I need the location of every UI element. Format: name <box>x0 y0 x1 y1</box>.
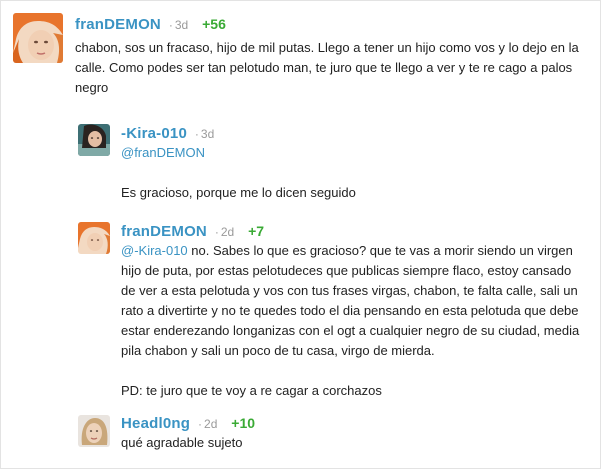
comment-text-2: PD: te juro que te voy a re cagar a corc… <box>121 383 382 398</box>
comment-author[interactable]: franDEMON <box>75 16 161 33</box>
comment-score: +7 <box>248 223 265 239</box>
comment-text: Es gracioso, porque me lo dicen seguido <box>121 185 356 200</box>
comment-time-value: 2d <box>204 417 218 431</box>
comments-panel: franDEMON · 3d +56 chabon, sos un fracaso… <box>0 0 601 469</box>
comment-body: @-Kira-010 no. Sabes lo que es gracioso?… <box>121 241 583 401</box>
comment-time: · 2d <box>215 225 234 239</box>
comment-author[interactable]: Headl0ng <box>121 415 190 432</box>
comment-time-value: 3d <box>200 127 215 141</box>
user-mention[interactable]: @franDEMON <box>121 145 205 160</box>
time-separator: · <box>168 18 173 32</box>
time-separator: · <box>214 225 219 239</box>
comment-time: · 2d <box>198 417 217 431</box>
comment-text: chabon, sos un fracaso, hijo de mil puta… <box>75 40 579 95</box>
comment-body: chabon, sos un fracaso, hijo de mil puta… <box>75 38 580 98</box>
time-separator: · <box>198 417 203 431</box>
avatar[interactable] <box>78 124 110 156</box>
avatar[interactable] <box>78 415 110 447</box>
avatar[interactable] <box>78 222 110 254</box>
comment-author[interactable]: -Kira-010 <box>121 125 187 142</box>
comment-text: no. Sabes lo que es gracioso? que te vas… <box>121 243 580 358</box>
comment-body: @franDEMON Es gracioso, porque me lo dic… <box>121 143 581 203</box>
comment-time: · 3d <box>195 127 214 141</box>
time-separator: · <box>194 127 199 141</box>
comment-score: +56 <box>202 16 226 32</box>
comment-time-value: 3d <box>174 18 189 32</box>
avatar[interactable] <box>13 13 63 63</box>
comment-text: qué agradable sujeto <box>121 435 243 450</box>
user-mention[interactable]: @-Kira-010 <box>121 243 188 258</box>
comment-time-value: 2d <box>220 225 235 239</box>
comment-time: · 3d <box>169 18 188 32</box>
comment-author[interactable]: franDEMON <box>121 223 207 240</box>
comment-body: qué agradable sujeto <box>121 433 581 453</box>
comment-score: +10 <box>231 415 256 431</box>
